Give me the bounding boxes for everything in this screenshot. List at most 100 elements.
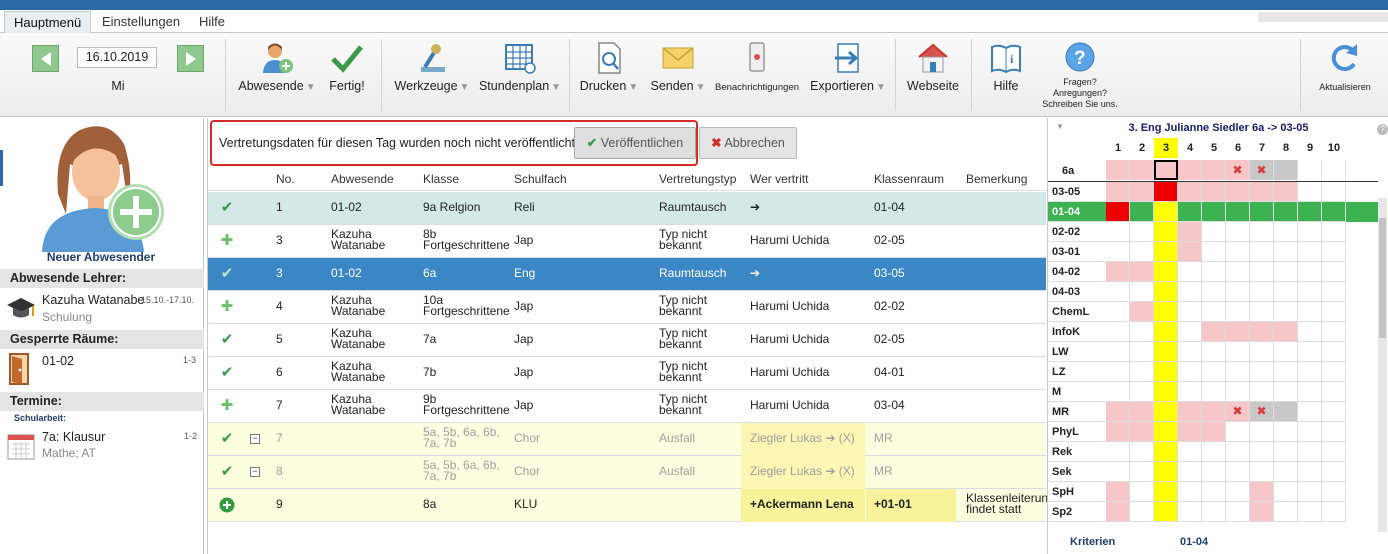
schedule-cell[interactable] bbox=[1322, 402, 1346, 422]
schedule-cell[interactable] bbox=[1106, 382, 1130, 402]
table-row[interactable]: ✚ 7 Kazuha Watanabe 9b Fortgeschrittene Jap Typ… bbox=[208, 390, 1046, 423]
schedule-cell[interactable]: ✖ bbox=[1250, 160, 1274, 180]
schedule-cell[interactable] bbox=[1202, 182, 1226, 202]
schedule-cell[interactable] bbox=[1106, 202, 1130, 222]
schedule-cell[interactable] bbox=[1202, 302, 1226, 322]
schedule-cell[interactable] bbox=[1250, 362, 1274, 382]
schedule-cell[interactable] bbox=[1250, 502, 1274, 522]
schedule-cell[interactable] bbox=[1226, 502, 1250, 522]
schedule-cell[interactable] bbox=[1178, 302, 1202, 322]
schedule-cell[interactable] bbox=[1298, 182, 1322, 202]
col-class[interactable]: Klasse bbox=[423, 172, 459, 186]
scrollbar[interactable] bbox=[1378, 198, 1387, 532]
plus-icon[interactable]: ✚ bbox=[219, 299, 235, 315]
schedule-cell[interactable] bbox=[1130, 322, 1154, 342]
schedule-cell[interactable] bbox=[1322, 362, 1346, 382]
schedule-cell[interactable] bbox=[1226, 482, 1250, 502]
room-row-label[interactable]: 03-05 bbox=[1052, 186, 1102, 198]
schedule-cell[interactable] bbox=[1226, 302, 1250, 322]
absent-teacher-item[interactable]: Kazuha Watanabe 15.10.-17.10. Schulung bbox=[0, 290, 204, 326]
schedule-cell[interactable] bbox=[1226, 222, 1250, 242]
schedule-cell[interactable] bbox=[1154, 462, 1178, 482]
schedule-cell[interactable] bbox=[1298, 502, 1322, 522]
schedule-cell[interactable] bbox=[1298, 302, 1322, 322]
feedback-button[interactable]: ? Fragen? Anregungen? Schreiben Sie uns. bbox=[1038, 33, 1122, 117]
refresh-button[interactable]: Aktualisieren bbox=[1305, 33, 1385, 117]
schedule-cell[interactable] bbox=[1274, 222, 1298, 242]
schedule-cell[interactable] bbox=[1298, 262, 1322, 282]
schedule-cell[interactable] bbox=[1154, 242, 1178, 262]
schedule-cell[interactable] bbox=[1250, 262, 1274, 282]
schedule-cell[interactable] bbox=[1178, 462, 1202, 482]
schedule-cell[interactable] bbox=[1274, 160, 1298, 180]
col-type[interactable]: Vertretungstyp bbox=[659, 172, 736, 186]
schedule-cell[interactable] bbox=[1322, 302, 1346, 322]
schedule-cell[interactable] bbox=[1250, 482, 1274, 502]
schedule-cell[interactable] bbox=[1178, 222, 1202, 242]
schedule-cell[interactable] bbox=[1130, 362, 1154, 382]
export-button[interactable]: Exportieren ▼ bbox=[806, 33, 890, 117]
col-room[interactable]: Klassenraum bbox=[874, 172, 944, 186]
schedule-cell[interactable] bbox=[1178, 502, 1202, 522]
schedule-cell[interactable] bbox=[1202, 322, 1226, 342]
notifications-button[interactable]: Benachrichtigungen bbox=[713, 33, 801, 117]
room-row-label[interactable]: MR bbox=[1052, 406, 1102, 418]
schedule-cell[interactable] bbox=[1250, 242, 1274, 262]
schedule-cell[interactable] bbox=[1154, 502, 1178, 522]
prev-day-button[interactable] bbox=[32, 45, 59, 72]
schedule-cell[interactable] bbox=[1298, 422, 1322, 442]
schedule-cell[interactable] bbox=[1106, 262, 1130, 282]
tab-hilfe[interactable]: Hilfe bbox=[190, 11, 234, 33]
help-button[interactable]: i Hilfe bbox=[982, 33, 1030, 117]
info-icon[interactable]: ? bbox=[1377, 124, 1388, 135]
done-button[interactable]: Fertig! bbox=[324, 33, 370, 117]
room-row-label[interactable]: LW bbox=[1052, 346, 1102, 358]
schedule-cell[interactable] bbox=[1154, 262, 1178, 282]
event-item[interactable]: 7a: Klausur 1-2 Mathe; AT bbox=[0, 426, 204, 466]
schedule-cell[interactable] bbox=[1202, 262, 1226, 282]
schedule-cell[interactable] bbox=[1274, 322, 1298, 342]
schedule-cell[interactable] bbox=[1298, 382, 1322, 402]
send-button[interactable]: Senden ▼ bbox=[646, 33, 710, 117]
schedule-cell[interactable] bbox=[1226, 442, 1250, 462]
schedule-cell[interactable] bbox=[1178, 482, 1202, 502]
check-icon[interactable]: ✔ bbox=[219, 266, 235, 282]
table-row[interactable]: ✔ 5 Kazuha Watanabe 7a Jap Typ nicht bekannt Har… bbox=[208, 324, 1046, 357]
schedule-cell[interactable] bbox=[1106, 422, 1130, 442]
schedule-cell[interactable] bbox=[1298, 482, 1322, 502]
schedule-cell[interactable] bbox=[1130, 182, 1154, 202]
schedule-cell[interactable] bbox=[1274, 462, 1298, 482]
scrollbar-thumb[interactable] bbox=[1379, 218, 1386, 338]
schedule-cell[interactable] bbox=[1106, 160, 1130, 180]
schedule-cell[interactable] bbox=[1274, 402, 1298, 422]
schedule-cell[interactable] bbox=[1106, 362, 1130, 382]
schedule-cell[interactable] bbox=[1202, 462, 1226, 482]
schedule-cell[interactable] bbox=[1106, 302, 1130, 322]
schedule-cell[interactable] bbox=[1202, 422, 1226, 442]
schedule-cell[interactable] bbox=[1226, 382, 1250, 402]
schedule-cell[interactable] bbox=[1298, 442, 1322, 462]
schedule-cell[interactable] bbox=[1298, 402, 1322, 422]
schedule-cell[interactable] bbox=[1274, 182, 1298, 202]
collapse-icon[interactable]: − bbox=[250, 434, 260, 444]
schedule-cell[interactable] bbox=[1322, 242, 1346, 262]
schedule-cell[interactable] bbox=[1130, 422, 1154, 442]
schedule-cell[interactable] bbox=[1322, 322, 1346, 342]
absent-button[interactable]: Abwesende ▼ bbox=[236, 33, 318, 117]
schedule-cell[interactable] bbox=[1250, 442, 1274, 462]
schedule-cell[interactable] bbox=[1322, 342, 1346, 362]
schedule-cell[interactable] bbox=[1106, 402, 1130, 422]
schedule-cell[interactable] bbox=[1274, 382, 1298, 402]
schedule-cell[interactable] bbox=[1106, 282, 1130, 302]
room-row-label[interactable]: 04-03 bbox=[1052, 286, 1102, 298]
room-row-label[interactable]: Sek bbox=[1052, 466, 1102, 478]
schedule-cell[interactable] bbox=[1322, 442, 1346, 462]
table-row[interactable]: ✚ 3 Kazuha Watanabe 8b Fortgeschrittene Jap Typ… bbox=[208, 225, 1046, 258]
schedule-cell[interactable] bbox=[1274, 442, 1298, 462]
schedule-cell[interactable] bbox=[1274, 302, 1298, 322]
schedule-cell[interactable] bbox=[1178, 342, 1202, 362]
schedule-cell[interactable] bbox=[1154, 202, 1178, 222]
schedule-cell[interactable] bbox=[1322, 502, 1346, 522]
table-row[interactable]: ✔ 3 01-02 6a Eng Raumtausch ➔ 03-05 bbox=[208, 258, 1046, 291]
schedule-cell[interactable] bbox=[1154, 160, 1178, 180]
